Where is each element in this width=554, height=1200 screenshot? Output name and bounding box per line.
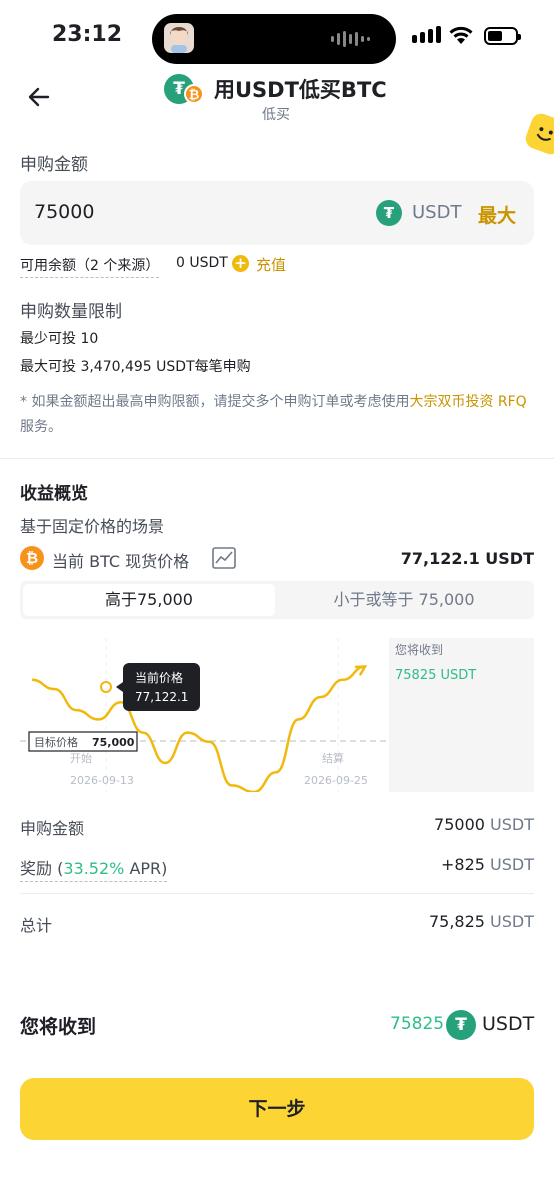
- cellular-signal-icon: [412, 26, 441, 43]
- current-price-point: [100, 681, 112, 693]
- rfq-link[interactable]: 大宗双币投资 RFQ: [409, 394, 526, 410]
- reward-amount: +825 USDT: [441, 855, 534, 874]
- amount-label: 申购金额: [20, 155, 88, 175]
- tooltip-value: 77,122.1: [135, 690, 188, 704]
- receive-title: 您将收到: [20, 1016, 97, 1038]
- price-label: 当前 BTC 现货价格: [52, 552, 190, 571]
- avatar: [164, 23, 194, 53]
- total-amount: 75,825 USDT: [429, 912, 534, 931]
- btc-icon: ₿: [20, 546, 44, 570]
- summary-amount-value: 75000: [434, 815, 485, 834]
- start-label: 开始: [70, 751, 92, 765]
- limits-note: * 如果金额超出最高申购限额，请提交多个申购订单或考虑使用大宗双币投资 RFQ …: [20, 390, 534, 440]
- receive-amount: 75825: [390, 1014, 445, 1034]
- target-label: 目标价格: [34, 735, 78, 749]
- dynamic-island: [152, 14, 396, 64]
- deposit-link[interactable]: 充值: [256, 254, 286, 275]
- status-bar: 23:12: [0, 0, 554, 70]
- receive-label: 您将收到: [395, 642, 443, 657]
- chart-icon[interactable]: [212, 547, 236, 569]
- limits-note-prefix: * 如果金额超出最高申购限额，请提交多个申购订单或考虑使用: [20, 394, 410, 410]
- receive-panel: [389, 638, 534, 792]
- price-scenario-chart: 开始 2026-09-13 结算 2026-09-25 您将收到 75825 U…: [20, 638, 534, 794]
- receive-value: 75825 USDT: [395, 668, 476, 683]
- limits-max: 最大可投 3,470,495 USDT每笔申购: [20, 359, 251, 375]
- usdt-icon: ₮: [446, 1010, 476, 1040]
- amount-value[interactable]: 75000: [34, 201, 94, 223]
- coin-pair-icon: ₮ ₿: [164, 74, 206, 104]
- tab-below[interactable]: 小于或等于 75,000: [278, 584, 530, 616]
- limits-title: 申购数量限制: [20, 302, 122, 322]
- page-title: 用USDT低买BTC: [214, 78, 387, 102]
- audio-wave-icon: [331, 31, 370, 47]
- wifi-icon: [449, 26, 473, 44]
- available-balance-value: 0 USDT: [176, 255, 228, 271]
- reward-label[interactable]: 奖励 (33.52% APR): [20, 855, 168, 882]
- overview-title: 收益概览: [20, 484, 88, 504]
- back-arrow-icon[interactable]: [26, 84, 52, 110]
- start-date: 2026-09-13: [70, 774, 134, 787]
- summary-amount: 75000 USDT: [434, 815, 534, 834]
- status-time: 23:12: [52, 22, 123, 47]
- chart-svg: 开始 2026-09-13 结算 2026-09-25 您将收到 75825 U…: [20, 638, 534, 794]
- tooltip-pointer: [116, 682, 123, 692]
- total-unit: USDT: [490, 912, 534, 931]
- tooltip-title: 当前价格: [135, 670, 183, 685]
- available-balance-label[interactable]: 可用余额（2 个来源）: [20, 255, 160, 278]
- btc-icon: ₿: [184, 84, 204, 104]
- reward-unit: USDT: [490, 855, 534, 874]
- tab-above[interactable]: 高于75,000: [23, 584, 275, 616]
- reward-apr: 33.52%: [63, 859, 125, 878]
- battery-icon: [484, 27, 521, 45]
- reward-text: 奖励: [20, 859, 53, 878]
- usdt-icon: ₮: [376, 200, 402, 226]
- plus-icon[interactable]: +: [232, 255, 249, 272]
- amount-input[interactable]: 75000 ₮ USDT 最大: [20, 181, 534, 245]
- summary-divider: [20, 893, 534, 894]
- max-button[interactable]: 最大: [478, 201, 516, 228]
- scenario-label: 基于固定价格的场景: [20, 517, 165, 536]
- total-value: 75,825: [428, 912, 485, 931]
- settle-label: 结算: [322, 751, 344, 765]
- section-divider: [0, 458, 554, 459]
- limits-note-suffix: 服务。: [20, 419, 62, 435]
- limits-min: 最少可投 10: [20, 331, 99, 347]
- next-button[interactable]: 下一步: [20, 1078, 534, 1140]
- reward-apr-suffix: APR: [129, 859, 162, 878]
- scenario-toggle[interactable]: 高于75,000 小于或等于 75,000: [20, 581, 534, 619]
- settle-date: 2026-09-25: [304, 774, 368, 787]
- target-value: 75,000: [92, 736, 135, 749]
- floating-assistant-icon[interactable]: [522, 110, 554, 158]
- summary-amount-unit: USDT: [490, 815, 534, 834]
- total-label: 总计: [20, 916, 53, 935]
- receive-unit: USDT: [482, 1013, 535, 1035]
- page-subtitle: 低买: [262, 107, 290, 123]
- summary-amount-label: 申购金额: [20, 819, 85, 838]
- amount-unit: USDT: [412, 202, 462, 223]
- reward-value: +825: [440, 855, 485, 874]
- price-value: 77,122.1 USDT: [400, 549, 534, 568]
